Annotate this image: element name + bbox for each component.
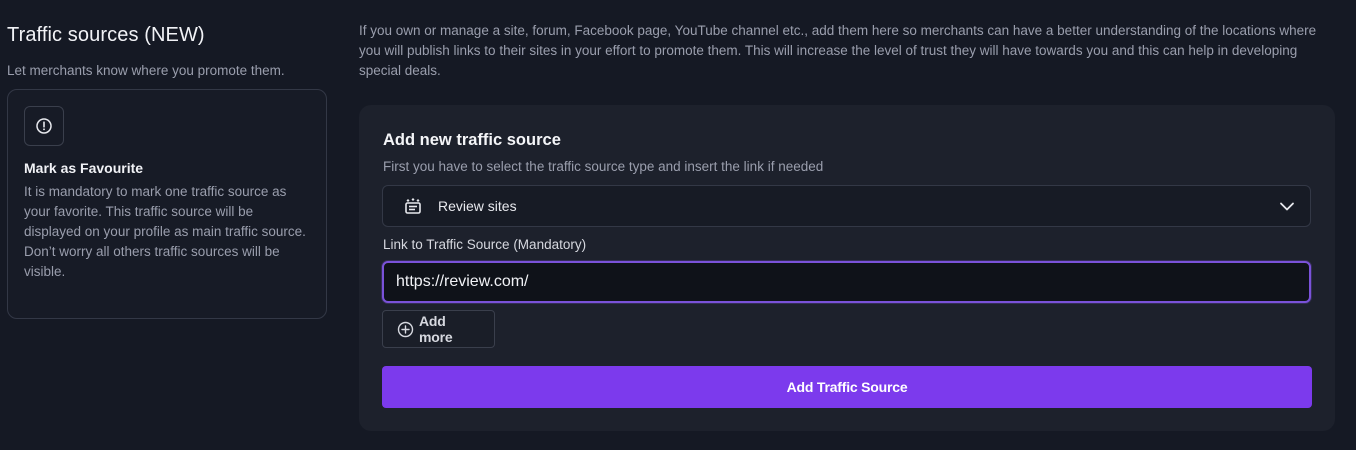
mark-favourite-info-card: Mark as Favourite It is mandatory to mar… — [7, 89, 327, 319]
selected-traffic-source-type: Review sites — [438, 198, 517, 214]
info-card-text: It is mandatory to mark one traffic sour… — [24, 184, 306, 239]
info-card-title: Mark as Favourite — [24, 160, 144, 176]
panel-subtitle: First you have to select the traffic sou… — [383, 159, 824, 174]
traffic-source-link-input[interactable] — [382, 261, 1311, 303]
info-card-note: Don’t worry all others traffic sources w… — [24, 244, 280, 279]
add-more-button[interactable]: Add more — [382, 310, 495, 348]
link-field-label: Link to Traffic Source (Mandatory) — [383, 237, 587, 252]
plus-circle-icon — [397, 321, 414, 338]
review-sites-icon — [403, 196, 423, 216]
add-traffic-source-panel: Add new traffic source First you have to… — [359, 105, 1335, 431]
traffic-sources-page: Traffic sources (NEW) Let merchants know… — [0, 0, 1356, 450]
add-more-label: Add more — [419, 313, 453, 345]
alert-circle-icon — [24, 106, 64, 146]
traffic-sources-description: If you own or manage a site, forum, Face… — [359, 23, 1317, 78]
section-title: Traffic sources (NEW) — [7, 24, 205, 46]
info-card-body: It is mandatory to mark one traffic sour… — [24, 182, 310, 282]
section-subtitle: Let merchants know where you promote the… — [7, 63, 285, 78]
traffic-source-type-select[interactable]: Review sites — [382, 185, 1311, 227]
panel-title: Add new traffic source — [383, 131, 561, 149]
chevron-down-icon — [1278, 197, 1296, 215]
add-traffic-source-button[interactable]: Add Traffic Source — [382, 366, 1312, 408]
